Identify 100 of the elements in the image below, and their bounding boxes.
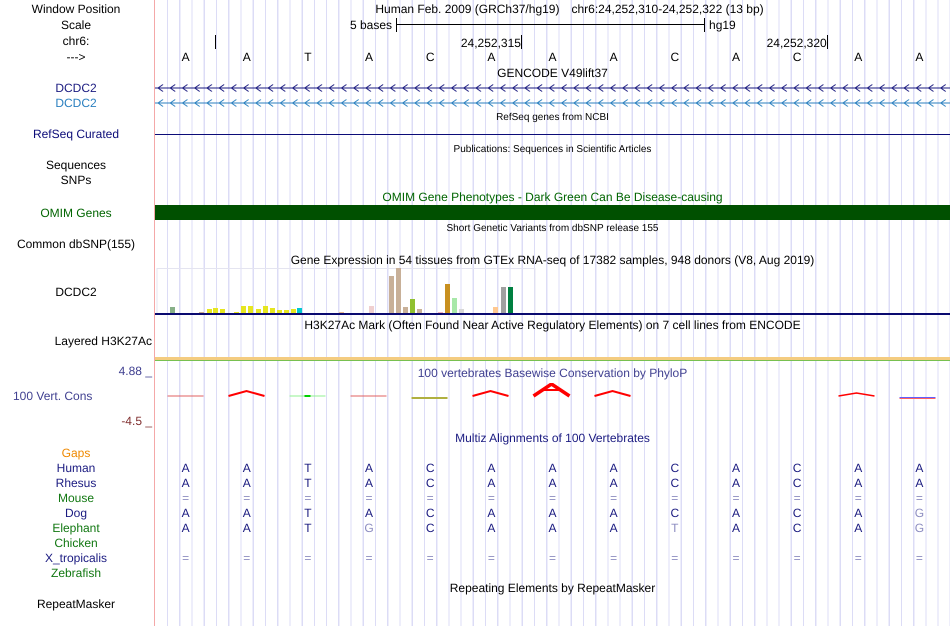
aligned-base: A (547, 522, 558, 534)
species-label[interactable]: X_tropicalis (44, 552, 108, 564)
aligned-base: C (792, 476, 802, 488)
aligned-base: A (853, 462, 864, 474)
track-label[interactable]: chr6: (62, 35, 90, 47)
position-label: 24,252,320 (766, 37, 827, 49)
aligned-base: = (609, 552, 618, 564)
aligned-base: C (424, 462, 436, 474)
aligned-base: A (486, 506, 496, 518)
track-label[interactable]: DCDC2 (55, 96, 97, 108)
aligned-base: = (548, 492, 557, 504)
track-label[interactable]: Scale (60, 19, 92, 31)
species-label[interactable]: Rhesus (56, 476, 96, 488)
track-label[interactable]: Common dbSNP(155) (16, 238, 136, 250)
track-title: H3K27Ac Mark (Often Found Near Active Regulatory Elements) on 7 cell lines from ENCODE (304, 319, 801, 331)
aligned-base: T (303, 522, 313, 534)
aligned-base: = (364, 552, 374, 564)
aligned-base: = (426, 492, 435, 504)
axis-max-label: 4.88 _ (118, 365, 152, 377)
aligned-base: A (608, 476, 619, 488)
aligned-base: = (242, 552, 252, 564)
species-label[interactable]: Zebrafish (50, 566, 102, 578)
species-label[interactable]: Dog (64, 506, 87, 518)
aligned-base: C (792, 462, 802, 474)
aligned-base: = (670, 492, 680, 504)
base-letter: T (303, 51, 313, 63)
aligned-base: T (303, 462, 313, 474)
aligned-base: A (180, 522, 191, 534)
species-label[interactable]: Human (56, 462, 96, 474)
aligned-base: A (180, 476, 191, 488)
assembly-name: Human Feb. 2009 (GRCh37/hg19) (375, 2, 560, 14)
aligned-base: = (670, 552, 680, 564)
aligned-base: A (853, 522, 864, 534)
aligned-base: T (670, 522, 680, 534)
aligned-base: C (669, 476, 680, 488)
species-label[interactable]: Elephant (52, 522, 100, 534)
aligned-base: C (669, 506, 680, 518)
aligned-base: A (486, 462, 496, 474)
track-label[interactable]: SNPs (60, 174, 92, 186)
track-label[interactable]: Window Position (32, 2, 120, 14)
aligned-base: G (914, 506, 926, 518)
aligned-base: T (303, 506, 313, 518)
track-title: 100 vertebrates Basewise Conservation by PhyloP (418, 367, 688, 379)
aligned-base: A (914, 476, 924, 488)
aligned-base: = (914, 552, 924, 564)
aligned-base: C (669, 462, 680, 474)
aligned-base: G (914, 522, 926, 534)
base-letter: A (730, 51, 741, 63)
base-letter: A (608, 51, 619, 63)
position-label: 24,252,315 (460, 37, 521, 49)
track-label[interactable]: ---> (66, 51, 86, 63)
aligned-base: A (242, 506, 252, 518)
aligned-base: C (424, 506, 436, 518)
track-title: Multiz Alignments of 100 Vertebrates (455, 432, 650, 444)
track-label[interactable]: OMIM Genes (40, 207, 112, 219)
aligned-base: A (853, 506, 864, 518)
omim-gene-bar[interactable] (155, 205, 950, 220)
track-label[interactable]: RefSeq Curated (32, 128, 120, 140)
aligned-base: A (180, 506, 191, 518)
track-title: Repeating Elements by RepeatMasker (450, 582, 656, 594)
track-label[interactable]: Sequences (46, 159, 106, 171)
base-letter: C (792, 51, 802, 63)
aligned-base: C (424, 522, 436, 534)
aligned-base: G (363, 522, 375, 534)
position-text: chr6:24,252,310-24,252,322 (13 bp) (571, 2, 764, 14)
aligned-base: A (486, 522, 496, 534)
species-label[interactable]: Mouse (58, 492, 94, 504)
aligned-base: = (792, 492, 802, 504)
aligned-base: = (609, 492, 618, 504)
track-label[interactable]: Layered H3K27Ac (54, 335, 152, 347)
base-letter: A (547, 51, 558, 63)
aligned-base: = (181, 492, 190, 504)
track-label[interactable]: 100 Vert. Cons (0, 390, 152, 402)
track-label[interactable]: DCDC2 (55, 82, 97, 94)
aligned-base: A (547, 476, 558, 488)
track-title: Publications: Sequences in Scientific Articles (454, 145, 652, 155)
aligned-base: A (547, 506, 558, 518)
scale-assembly: hg19 (709, 19, 736, 31)
aligned-base: = (303, 492, 312, 504)
aligned-base: A (364, 506, 374, 518)
track-label[interactable]: RepeatMasker (36, 598, 116, 610)
aligned-base: = (242, 492, 252, 504)
base-letter: A (242, 51, 252, 63)
aligned-base: A (242, 462, 252, 474)
scale-size: 5 bases (350, 19, 392, 31)
axis-min-label: -4.5 _ (120, 415, 152, 427)
track-label[interactable]: DCDC2 (55, 286, 97, 298)
aligned-base: C (792, 506, 802, 518)
aligned-base: A (486, 476, 496, 488)
aligned-base: A (914, 462, 924, 474)
position-tick (520, 35, 522, 49)
species-label[interactable]: Chicken (54, 536, 98, 548)
position-tick (215, 35, 216, 49)
base-letter: A (180, 51, 191, 63)
aligned-base: = (426, 552, 435, 564)
base-letter: A (364, 51, 374, 63)
aligned-base: A (853, 476, 864, 488)
aligned-base: = (854, 492, 863, 504)
aligned-base: = (181, 552, 190, 564)
track-title: GENCODE V49lift37 (497, 67, 608, 79)
